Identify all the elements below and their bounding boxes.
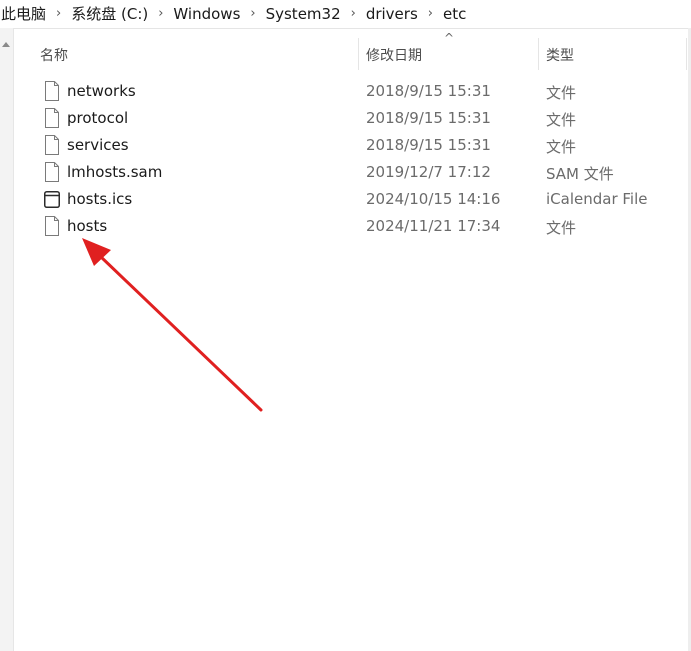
arrow-shaft: [98, 254, 263, 412]
navigation-pane-scrollbar[interactable]: [0, 28, 14, 651]
file-name: lmhosts.sam: [67, 163, 163, 181]
file-name: networks: [67, 82, 136, 100]
breadcrumb-this-pc[interactable]: 此电脑: [0, 0, 50, 28]
file-list: networks 2018/9/15 15:31 文件 protocol 201…: [14, 78, 688, 240]
file-row[interactable]: services 2018/9/15 15:31 文件: [14, 132, 688, 159]
file-icon: [45, 162, 59, 182]
breadcrumb-system32[interactable]: System32: [262, 0, 345, 28]
file-icon: [45, 135, 59, 155]
chevron-right-icon[interactable]: ›: [422, 0, 439, 28]
column-header-date[interactable]: 修改日期: [366, 45, 422, 65]
file-date: 2019/12/7 17:12: [366, 163, 491, 181]
file-type: 文件: [546, 111, 577, 129]
file-row[interactable]: hosts.ics 2024/10/15 14:16 iCalendar Fil…: [14, 186, 688, 213]
file-name: hosts.ics: [67, 190, 133, 208]
file-name: services: [67, 136, 129, 154]
file-date: 2018/9/15 15:31: [366, 109, 491, 127]
chevron-right-icon[interactable]: ›: [345, 0, 362, 28]
column-header: 名称 ^ 修改日期 类型: [14, 28, 688, 78]
file-row[interactable]: protocol 2018/9/15 15:31 文件: [14, 105, 688, 132]
column-header-type[interactable]: 类型: [546, 45, 574, 65]
breadcrumb-windows[interactable]: Windows: [169, 0, 244, 28]
column-divider[interactable]: [358, 38, 359, 70]
breadcrumb-drivers[interactable]: drivers: [362, 0, 422, 28]
file-row[interactable]: networks 2018/9/15 15:31 文件: [14, 78, 688, 105]
file-row[interactable]: hosts 2024/11/21 17:34 文件: [14, 213, 688, 240]
file-icon: [45, 108, 59, 128]
breadcrumb: 此电脑 › 系统盘 (C:) › Windows › System32 › dr…: [0, 0, 691, 29]
breadcrumb-c-drive[interactable]: 系统盘 (C:): [67, 0, 152, 28]
file-type: 文件: [546, 219, 577, 237]
file-type: 文件: [546, 84, 577, 102]
chevron-right-icon[interactable]: ›: [244, 0, 261, 28]
calendar-file-icon: [44, 191, 60, 208]
scroll-up-icon[interactable]: [2, 42, 10, 47]
column-header-name[interactable]: 名称: [40, 45, 68, 65]
file-type: 文件: [546, 138, 577, 156]
file-row[interactable]: lmhosts.sam 2019/12/7 17:12 SAM 文件: [14, 159, 688, 186]
file-icon: [45, 81, 59, 101]
file-date: 2024/10/15 14:16: [366, 190, 501, 208]
arrow-head: [82, 238, 111, 266]
column-divider[interactable]: [538, 38, 539, 70]
file-date: 2024/11/21 17:34: [366, 217, 501, 235]
file-type: SAM 文件: [546, 165, 614, 183]
file-date: 2018/9/15 15:31: [366, 136, 491, 154]
column-divider[interactable]: [686, 38, 687, 70]
file-icon: [45, 216, 59, 236]
file-name: hosts: [67, 217, 108, 235]
chevron-right-icon[interactable]: ›: [50, 0, 67, 28]
file-type: iCalendar File: [546, 190, 648, 208]
breadcrumb-etc[interactable]: etc: [439, 0, 470, 28]
sort-ascending-icon: ^: [444, 31, 455, 45]
file-date: 2018/9/15 15:31: [366, 82, 491, 100]
file-name: protocol: [67, 109, 129, 127]
chevron-right-icon[interactable]: ›: [152, 0, 169, 28]
